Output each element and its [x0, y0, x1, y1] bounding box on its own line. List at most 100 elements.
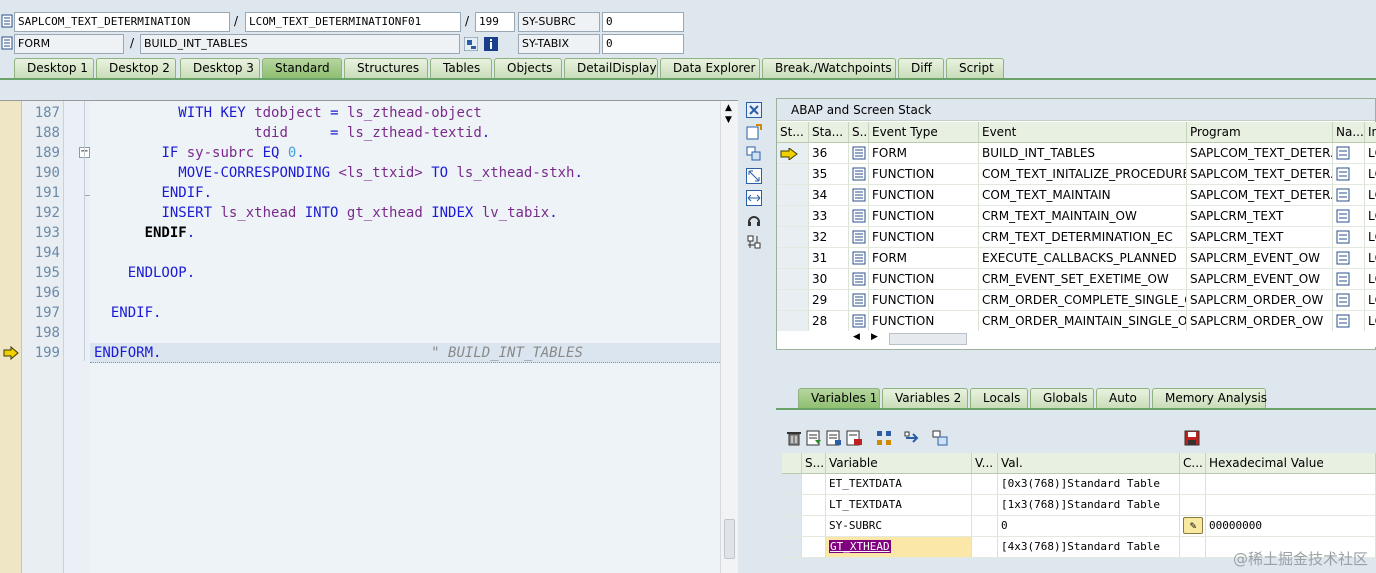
stack-row[interactable]: 33 FUNCTION CRM_TEXT_MAINTAIN_OW SAPLCRM_TE… [777, 206, 1376, 227]
tab-tables[interactable]: Tables [430, 58, 492, 78]
source-code-icon[interactable] [852, 293, 866, 307]
scroll-up-icon[interactable]: ▲ [725, 103, 732, 113]
tab-breakpoints[interactable]: Break./Watchpoints [762, 58, 896, 78]
stack-row[interactable]: 31 FORM EXECUTE_CALLBACKS_PLANNED SAPLCRM_E… [777, 248, 1376, 269]
event-field[interactable]: BUILD_INT_TABLES [140, 34, 460, 54]
settings-icon[interactable] [746, 234, 762, 250]
tab-auto[interactable]: Auto [1096, 388, 1150, 408]
col-header-variable[interactable]: Variable [826, 453, 972, 474]
col-header-status[interactable]: S... [802, 453, 826, 474]
tab-diff[interactable]: Diff [898, 58, 944, 78]
variable-name[interactable]: LT_TEXTDATA [826, 495, 972, 516]
maximize-icon[interactable] [746, 168, 762, 184]
tab-objects[interactable]: Objects [494, 58, 562, 78]
new-tool-icon[interactable] [746, 124, 762, 140]
source-code-icon[interactable] [852, 209, 866, 223]
edit-pencil-icon[interactable]: ✎ [1183, 517, 1203, 534]
scroll-down-icon[interactable]: ▼ [725, 115, 732, 125]
tab-script[interactable]: Script [946, 58, 1004, 78]
col-header-stack-level[interactable]: Sta... [809, 122, 849, 143]
stack-row[interactable]: 29 FUNCTION CRM_ORDER_COMPLETE_SINGLE_O...… [777, 290, 1376, 311]
delete-icon[interactable] [786, 430, 802, 446]
source-code-icon[interactable] [852, 230, 866, 244]
sy-subrc-value[interactable]: 0 [602, 12, 684, 32]
col-header-include[interactable]: In [1365, 122, 1376, 143]
stack-row[interactable]: 32 FUNCTION CRM_TEXT_DETERMINATION_EC SAPLC… [777, 227, 1376, 248]
navigate-icon[interactable] [1336, 209, 1350, 223]
col-header-event[interactable]: Event [979, 122, 1187, 143]
info-icon[interactable] [484, 37, 498, 51]
stack-row[interactable]: 28 FUNCTION CRM_ORDER_MAINTAIN_SINGLE_OW SA… [777, 311, 1376, 332]
navigate-icon[interactable] [1336, 251, 1350, 265]
navigate-icon[interactable] [1336, 272, 1350, 286]
hierarchy-icon[interactable] [932, 430, 948, 446]
navigate-icon[interactable] [1336, 167, 1350, 181]
tab-desktop-2[interactable]: Desktop 2 [96, 58, 176, 78]
source-code-icon[interactable] [852, 146, 866, 160]
tab-desktop-3[interactable]: Desktop 3 [180, 58, 260, 78]
variable-value[interactable]: 0 [998, 516, 1180, 537]
variable-value[interactable]: [1x3(768)]Standard Table [998, 495, 1180, 516]
variable-value[interactable]: [0x3(768)]Standard Table [998, 474, 1180, 495]
tab-globals[interactable]: Globals [1030, 388, 1094, 408]
navigate-icon[interactable] [1336, 293, 1350, 307]
tab-data-explorer[interactable]: Data Explorer [660, 58, 760, 78]
event-type-field[interactable]: FORM [14, 34, 124, 54]
stack-row[interactable]: 35 FUNCTION COM_TEXT_INITALIZE_PROCEDURE SA… [777, 164, 1376, 185]
col-header-value[interactable]: Val. [998, 453, 1180, 474]
editor-vertical-scrollbar[interactable]: ▲ ▼ [720, 101, 738, 573]
remove-list-icon[interactable] [846, 430, 862, 446]
col-header-v[interactable]: V... [972, 453, 998, 474]
source-code-icon[interactable] [852, 167, 866, 181]
include-field[interactable]: LCOM_TEXT_DETERMINATIONF01 [245, 12, 461, 32]
line-field[interactable]: 199 [475, 12, 515, 32]
scroll-thumb[interactable] [889, 333, 967, 345]
tab-desktop-1[interactable]: Desktop 1 [14, 58, 94, 78]
navigate-icon[interactable] [1336, 314, 1350, 328]
source-code-icon[interactable] [852, 188, 866, 202]
variable-name[interactable]: ET_TEXTDATA [826, 474, 972, 495]
service-icon[interactable] [746, 212, 762, 228]
export-icon[interactable] [826, 430, 842, 446]
variable-row[interactable]: LT_TEXTDATA [1x3(768)]Standard Table [782, 495, 1376, 516]
source-code-icon[interactable] [852, 314, 866, 328]
import-icon[interactable] [806, 430, 822, 446]
tab-standard[interactable]: Standard [262, 58, 342, 78]
col-header-st[interactable]: St... [777, 122, 809, 143]
close-icon[interactable] [746, 102, 762, 118]
expand-horizontal-icon[interactable] [746, 190, 762, 206]
scroll-thumb[interactable] [724, 519, 735, 559]
variable-value[interactable]: [4x3(768)]Standard Table [998, 537, 1180, 558]
save-icon[interactable] [1184, 430, 1200, 446]
source-code-icon[interactable] [852, 272, 866, 286]
col-header-hex[interactable]: Hexadecimal Value [1206, 453, 1376, 474]
program-field[interactable]: SAPLCOM_TEXT_DETERMINATION [14, 12, 230, 32]
transfer-icon[interactable] [904, 430, 920, 446]
tab-detaildisplay[interactable]: DetailDisplay [564, 58, 658, 78]
col-header-name[interactable]: Na... [1333, 122, 1365, 143]
variable-name[interactable]: GT_XTHEAD [826, 537, 972, 558]
tab-variables-2[interactable]: Variables 2 [882, 388, 968, 408]
sy-tabix-value[interactable]: 0 [602, 34, 684, 54]
col-header-event-type[interactable]: Event Type [869, 122, 979, 143]
tab-structures[interactable]: Structures [344, 58, 428, 78]
scroll-left-icon[interactable]: ◀ [853, 332, 860, 342]
swap-tool-icon[interactable] [746, 146, 762, 162]
tab-locals[interactable]: Locals [970, 388, 1028, 408]
col-header-s[interactable]: S... [849, 122, 869, 143]
col-header-change[interactable]: C... [1180, 453, 1206, 474]
variable-name[interactable]: SY-SUBRC [826, 516, 972, 537]
stack-horizontal-scrollbar[interactable]: ◀ ▶ [777, 331, 1376, 347]
col-header-program[interactable]: Program [1187, 122, 1333, 143]
navigate-icon[interactable] [1336, 146, 1350, 160]
stack-row[interactable]: 30 FUNCTION CRM_EVENT_SET_EXETIME_OW SAPLCR… [777, 269, 1376, 290]
breakpoint-gutter[interactable] [0, 101, 22, 573]
variable-row[interactable]: SY-SUBRC 0 ✎ 00000000 [782, 516, 1376, 537]
source-code-icon[interactable] [852, 251, 866, 265]
tab-variables-1[interactable]: Variables 1 [798, 388, 880, 408]
variable-row[interactable]: ET_TEXTDATA [0x3(768)]Standard Table [782, 474, 1376, 495]
stack-row[interactable]: 34 FUNCTION COM_TEXT_MAINTAIN SAPLCOM_TEXT_… [777, 185, 1376, 206]
tab-memory-analysis[interactable]: Memory Analysis [1152, 388, 1267, 408]
navigate-icon[interactable] [1336, 230, 1350, 244]
navigate-icon[interactable] [1336, 188, 1350, 202]
